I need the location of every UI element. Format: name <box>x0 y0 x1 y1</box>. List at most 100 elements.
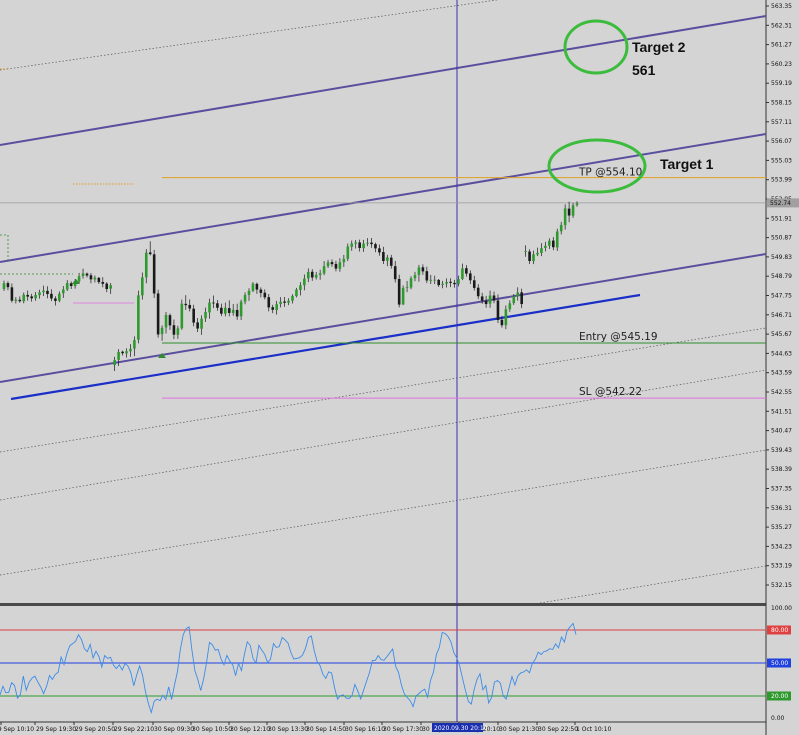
candle-body <box>14 299 18 301</box>
time-tick-label: 1 Oct 10:10 <box>576 726 611 733</box>
candle-body <box>421 267 425 272</box>
price-tick-label: 547.75 <box>771 293 792 300</box>
time-tick-label: 30 Sep 21:30 <box>499 726 539 733</box>
rsi-level-label: 80.00 <box>771 627 788 634</box>
candle-body <box>89 275 93 280</box>
candle-body <box>295 289 298 297</box>
time-tick-label: 29 Sep 22:10 <box>114 726 154 733</box>
price-tick-label: 541.51 <box>771 408 792 415</box>
candle-body <box>528 251 531 261</box>
candle-body <box>457 279 460 284</box>
time-tick-label: 29 Sep 10:10 <box>0 726 34 733</box>
candle-body <box>374 244 377 249</box>
time-tick-label: 30 Sep 22:50 <box>538 726 578 733</box>
time-tick-label: 29 Sep 19:30 <box>36 726 76 733</box>
candle-body <box>484 300 488 305</box>
candle-body <box>314 274 318 278</box>
price-tick-label: 555.03 <box>771 157 792 164</box>
candle-body <box>540 248 543 254</box>
candle-body <box>235 309 239 317</box>
candle-body <box>243 294 247 302</box>
candle-body <box>46 290 49 295</box>
candle-body <box>524 251 527 252</box>
candle-body <box>548 240 551 246</box>
price-tick-label: 543.59 <box>771 370 792 377</box>
panel-separator <box>0 603 766 606</box>
candle-body <box>239 301 243 317</box>
candle-body <box>322 266 326 274</box>
candle-body <box>330 262 334 265</box>
candle-body <box>255 283 259 290</box>
candle-body <box>231 309 235 313</box>
rsi-panel <box>0 622 766 715</box>
candle-body <box>299 285 302 290</box>
candle-body <box>10 287 14 301</box>
candle-body <box>271 307 275 310</box>
candle-body <box>425 271 429 281</box>
time-tick-label: 30 Sep 10:50 <box>192 726 232 733</box>
candle-body <box>113 360 116 366</box>
candle-body <box>465 268 468 274</box>
candle-body <box>536 252 539 255</box>
candle-body <box>133 340 136 349</box>
candle-body <box>366 242 369 244</box>
price-tick-label: 556.07 <box>771 138 792 145</box>
candle-body <box>496 300 500 320</box>
candle-body <box>544 245 547 248</box>
candle-body <box>2 283 6 290</box>
candle-body <box>378 248 381 253</box>
rsi-level-label: 0.00 <box>771 715 785 722</box>
sl-label: SL @542.22 <box>579 386 642 398</box>
price-tick-label: 548.79 <box>771 273 792 280</box>
candle-body <box>121 351 124 354</box>
candle-body <box>220 307 223 314</box>
candle-body <box>445 281 448 284</box>
time-tick-label: 30 Sep 13:30 <box>268 726 308 733</box>
candle-body <box>141 277 144 296</box>
candle-body <box>65 283 69 290</box>
rsi-level-label: 20.00 <box>771 693 788 700</box>
candle-body <box>61 289 65 294</box>
candle-body <box>184 303 188 306</box>
price-tick-label: 540.47 <box>771 428 792 435</box>
rsi-axis: 100.00 80.00 50.00 20.00 0.00 <box>767 605 792 722</box>
candle-body <box>393 266 397 280</box>
time-tick-label: 30 Sep 16:10 <box>345 726 385 733</box>
candle-body <box>54 298 57 301</box>
candle-body <box>109 285 112 289</box>
candle-body <box>512 296 516 304</box>
candle-body <box>263 292 267 298</box>
candle-body <box>156 293 160 335</box>
candle-body <box>247 290 251 295</box>
candle-body <box>488 295 492 304</box>
candle-body <box>38 292 41 296</box>
candle-body <box>251 283 255 291</box>
candle-body <box>413 275 417 279</box>
trading-chart[interactable]: TP @554.10 Entry @545.19 SL @542.22 Targ… <box>0 0 799 735</box>
candle-body <box>200 318 203 329</box>
candle-body <box>101 281 105 284</box>
candle-body <box>370 242 373 245</box>
price-tick-label: 562.31 <box>771 22 792 29</box>
candle-body <box>259 289 263 293</box>
candle-body <box>433 279 437 281</box>
rsi-level-label: 100.00 <box>771 605 792 612</box>
candle-body <box>567 208 571 216</box>
price-tick-label: 535.27 <box>771 524 792 531</box>
candle-body <box>354 242 358 244</box>
price-tick-label: 551.91 <box>771 215 792 222</box>
candle-body <box>389 257 393 266</box>
candle-body <box>338 262 342 269</box>
candle-body <box>409 278 413 288</box>
candle-body <box>26 294 30 297</box>
candle-body <box>401 287 405 305</box>
time-axis: 29 Sep 10:1029 Sep 19:3029 Sep 20:5029 S… <box>0 722 611 733</box>
price-tick-label: 560.23 <box>771 61 792 68</box>
candle-body <box>441 283 444 285</box>
time-tick-label: 30 Sep 14:50 <box>306 726 346 733</box>
target-2-value-label: 561 <box>632 62 656 78</box>
candle-body <box>152 254 156 294</box>
candle-body <box>172 325 176 335</box>
candle-body <box>144 252 148 278</box>
candle-body <box>164 314 168 328</box>
